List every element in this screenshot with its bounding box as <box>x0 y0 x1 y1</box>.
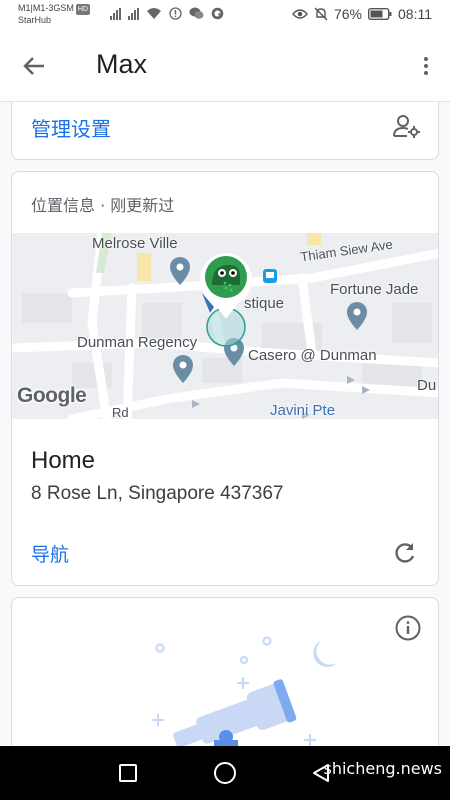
refresh-icon <box>395 543 415 563</box>
page-title: Max <box>96 49 148 79</box>
alarm-off-icon <box>314 7 328 21</box>
location-card: 位置信息 · 刚更新过 Melrose Ville Thiam Siew Ave… <box>11 171 439 586</box>
watermark-text: shicheng.news <box>323 759 443 778</box>
map-label-stique: stique <box>244 295 285 312</box>
more-options-button[interactable] <box>416 50 436 82</box>
map-label-casero: Casero @ Dunman <box>248 347 377 364</box>
carrier-line1: M1|M1-3GSM <box>18 3 74 13</box>
alert-icon <box>169 7 182 20</box>
carrier-line2: StarHub <box>18 15 52 25</box>
carrier-info: M1|M1-3GSM HD StarHub <box>18 3 90 26</box>
manage-accounts-button[interactable] <box>392 113 422 139</box>
manage-accounts-icon <box>393 115 420 138</box>
clock: 08:11 <box>398 6 432 22</box>
place-address: 8 Rose Ln, Singapore 437367 <box>31 483 284 504</box>
refresh-button[interactable] <box>392 540 418 566</box>
manage-settings-card[interactable]: 管理设置 <box>11 102 439 160</box>
info-icon <box>395 615 421 641</box>
info-card <box>11 597 439 746</box>
wifi-icon <box>147 8 161 19</box>
map-label-rd: Rd <box>112 405 129 419</box>
location-header: 位置信息 · 刚更新过 <box>31 196 175 215</box>
content-scroll[interactable]: 管理设置 位置信息 · 刚更新过 Melrose Ville Thiam Sie… <box>0 102 450 746</box>
place-name: Home <box>31 447 96 474</box>
map-label-du: Du <box>417 377 437 394</box>
status-bar: M1|M1-3GSM HD StarHub 76% 08:11 <box>0 0 450 30</box>
battery-icon <box>368 8 392 20</box>
map-label-dunman-regency: Dunman Regency <box>77 334 198 351</box>
back-button[interactable] <box>18 50 50 82</box>
battery-percent: 76% <box>333 6 362 22</box>
map-label-melrose: Melrose Ville <box>92 235 178 252</box>
info-button[interactable] <box>394 614 422 642</box>
home-button[interactable] <box>214 762 236 784</box>
wechat-icon <box>189 7 204 19</box>
map-label-javini: Javini Pte <box>270 402 336 419</box>
q-app-icon <box>211 7 224 20</box>
signal-2-icon <box>128 7 139 20</box>
carrier-badge: HD <box>75 4 90 15</box>
more-vert-icon <box>424 57 428 61</box>
map-view[interactable]: Melrose Ville Thiam Siew Ave stique Fort… <box>12 233 438 419</box>
eye-icon <box>292 9 308 19</box>
signal-icon <box>110 7 121 20</box>
system-nav-bar: shicheng.news <box>0 746 450 800</box>
google-logo: Google <box>17 384 87 407</box>
telescope-illustration <box>152 636 338 746</box>
status-icons-right: 76% 08:11 <box>292 6 432 22</box>
manage-settings-label: 管理设置 <box>31 117 111 141</box>
status-icons-left <box>110 7 224 20</box>
back-arrow-icon <box>23 57 44 75</box>
map-label-fortune-jade: Fortune Jade <box>330 281 419 298</box>
app-bar: Max <box>0 30 450 102</box>
recents-button[interactable] <box>119 764 137 782</box>
navigate-button[interactable]: 导航 <box>31 540 69 567</box>
